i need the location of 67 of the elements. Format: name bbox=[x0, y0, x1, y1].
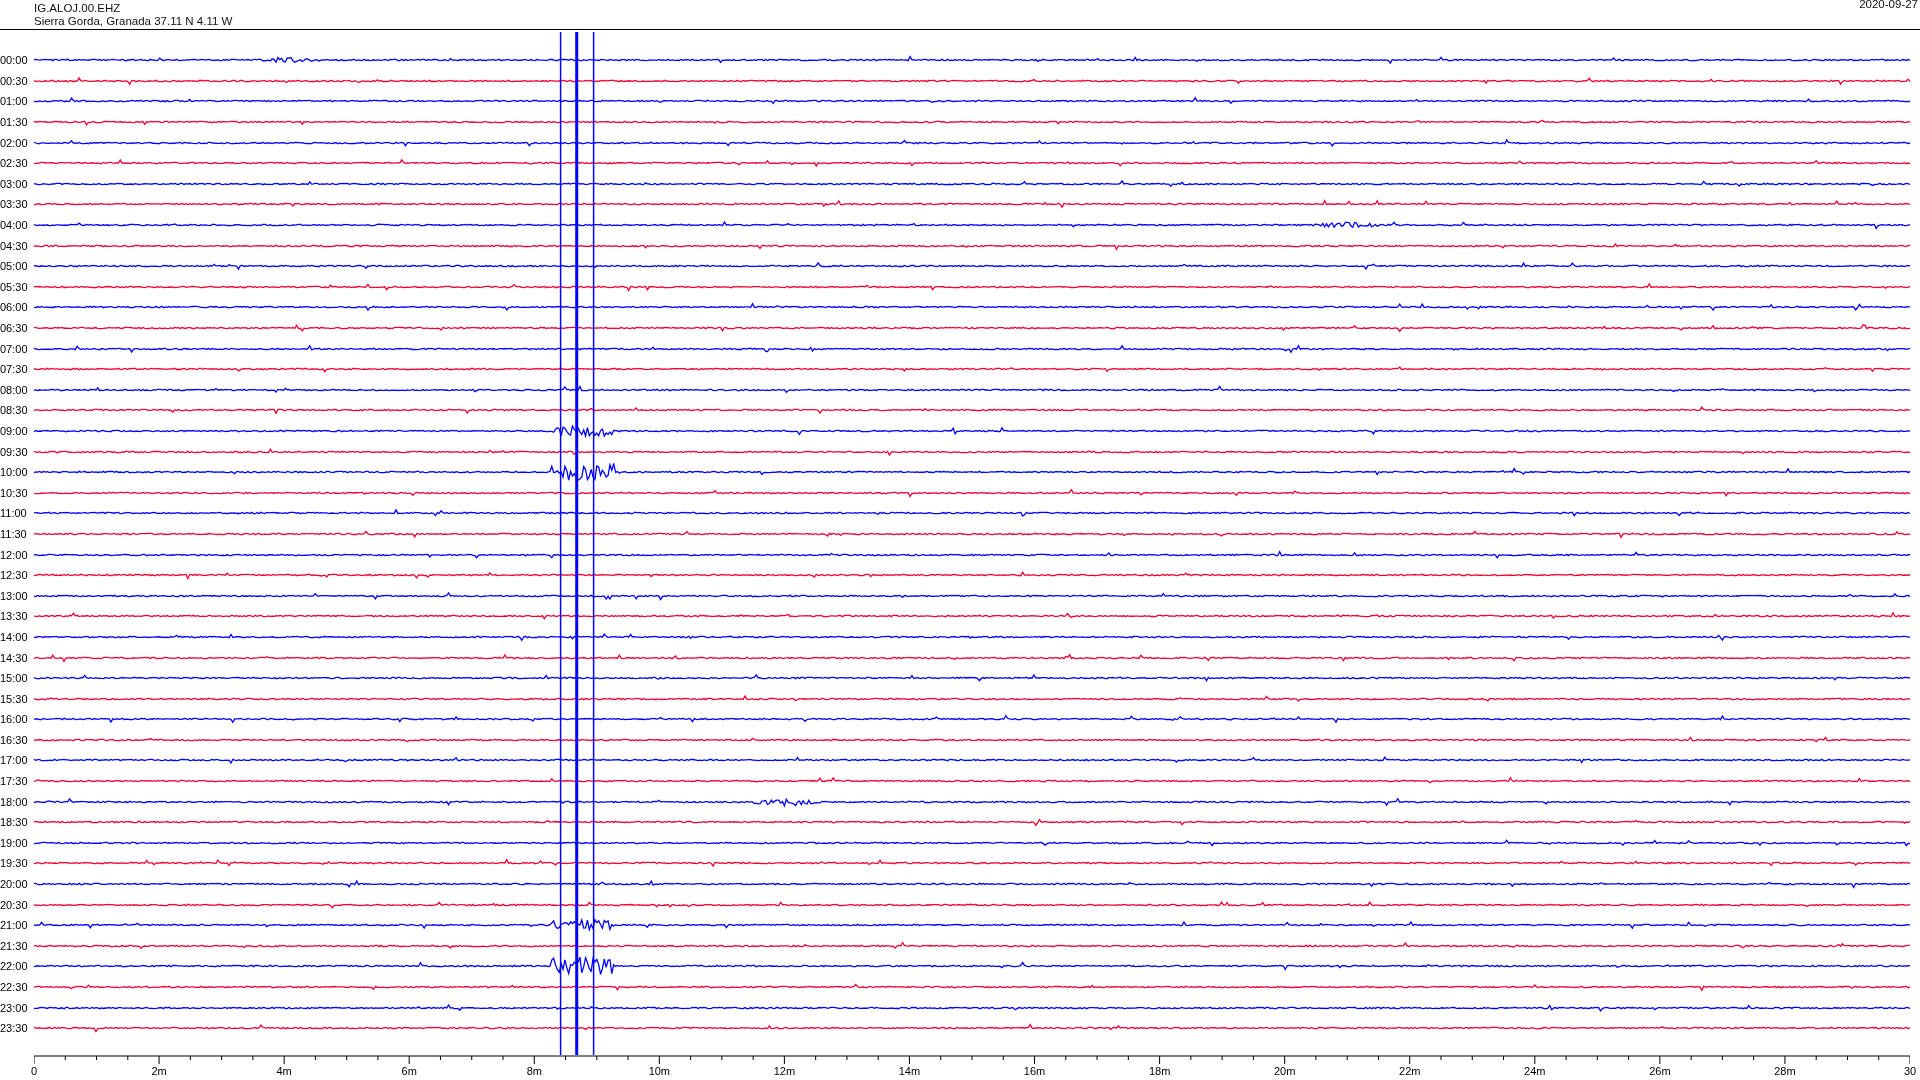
hour-label: 11:30 bbox=[0, 527, 28, 540]
hour-label: 01:00 bbox=[0, 95, 29, 108]
hour-label: 20:30 bbox=[0, 898, 29, 911]
hour-label: 06:00 bbox=[0, 301, 29, 314]
hour-label: 12:30 bbox=[0, 569, 29, 582]
hour-label: 01:30 bbox=[0, 116, 29, 129]
hour-label: 17:30 bbox=[0, 775, 29, 788]
hour-label: 02:00 bbox=[0, 136, 29, 149]
hour-label: 07:00 bbox=[0, 342, 29, 355]
hour-label: 14:00 bbox=[0, 630, 29, 643]
hour-label: 09:30 bbox=[0, 445, 29, 458]
hour-label: 16:30 bbox=[0, 733, 29, 746]
hour-label: 20:00 bbox=[0, 878, 29, 891]
hour-label: 23:30 bbox=[0, 1022, 29, 1035]
hour-label: 08:30 bbox=[0, 404, 29, 417]
hour-label: 10:30 bbox=[0, 486, 29, 499]
hour-label: 22:30 bbox=[0, 981, 29, 993]
hour-label: 10:00 bbox=[0, 466, 29, 479]
hour-label: 21:00 bbox=[0, 919, 29, 932]
axis-tick-label: 2m bbox=[151, 1064, 167, 1077]
axis-tick-label: 22m bbox=[1399, 1064, 1421, 1077]
axis-tick-label: 4m bbox=[276, 1064, 292, 1077]
hour-label: 15:30 bbox=[0, 692, 29, 705]
hour-label: 13:00 bbox=[0, 589, 29, 602]
hour-label: 07:30 bbox=[0, 363, 29, 376]
hour-label: 23:00 bbox=[0, 1001, 29, 1014]
hour-label: 12:00 bbox=[0, 548, 29, 561]
hour-label: 00:30 bbox=[0, 74, 29, 87]
hour-label: 17:00 bbox=[0, 754, 29, 767]
hour-label: 19:00 bbox=[0, 836, 29, 849]
hour-label: 16:00 bbox=[0, 713, 29, 726]
axis-tick-label: 14m bbox=[898, 1064, 921, 1077]
hour-label: 05:00 bbox=[0, 260, 29, 273]
hour-label: 03:00 bbox=[0, 177, 29, 190]
axis-tick-label: 24m bbox=[1524, 1064, 1546, 1077]
station-code: IG.ALOJ.00.EHZ bbox=[34, 2, 122, 15]
hour-label: 18:00 bbox=[0, 795, 29, 808]
hour-label: 04:30 bbox=[0, 239, 29, 252]
axis-tick-label: 28m bbox=[1774, 1064, 1796, 1077]
hour-label: 15:00 bbox=[0, 672, 29, 685]
hour-label: 13:30 bbox=[0, 610, 29, 623]
hour-label: 05:30 bbox=[0, 280, 29, 293]
axis-tick-label: 8m bbox=[526, 1064, 542, 1077]
station-location: Sierra Gorda, Granada 37.11 N 4.11 W bbox=[34, 15, 233, 28]
hour-label: 04:00 bbox=[0, 219, 29, 232]
hour-label: 14:30 bbox=[0, 651, 29, 664]
axis-tick-label: 26m bbox=[1649, 1064, 1671, 1077]
hour-label: 08:00 bbox=[0, 383, 29, 396]
hour-label: 02:30 bbox=[0, 157, 29, 170]
hour-label: 18:30 bbox=[0, 816, 29, 829]
axis-tick-label: 16m bbox=[1023, 1064, 1046, 1077]
hour-label: 03:30 bbox=[0, 198, 29, 211]
axis-tick-label: 12m bbox=[773, 1064, 796, 1077]
hour-label: 06:30 bbox=[0, 322, 29, 334]
hour-label: 09:00 bbox=[0, 425, 29, 437]
axis-tick-label: 30 bbox=[1903, 1064, 1917, 1077]
axis-tick-label: 20m bbox=[1273, 1064, 1296, 1077]
hour-label: 11:00 bbox=[0, 507, 28, 520]
hour-label: 22:00 bbox=[0, 960, 29, 973]
hour-label: 00:00 bbox=[0, 54, 29, 67]
axis-tick-label: 18m bbox=[1148, 1064, 1171, 1077]
axis-tick-label: 6m bbox=[401, 1064, 417, 1077]
axis-tick-label: 10m bbox=[648, 1064, 671, 1077]
hour-label: 19:30 bbox=[0, 857, 29, 870]
axis-tick-label: 0 bbox=[30, 1064, 38, 1077]
record-date: 2020-09-27 bbox=[1859, 0, 1919, 11]
hour-label: 21:30 bbox=[0, 939, 29, 952]
